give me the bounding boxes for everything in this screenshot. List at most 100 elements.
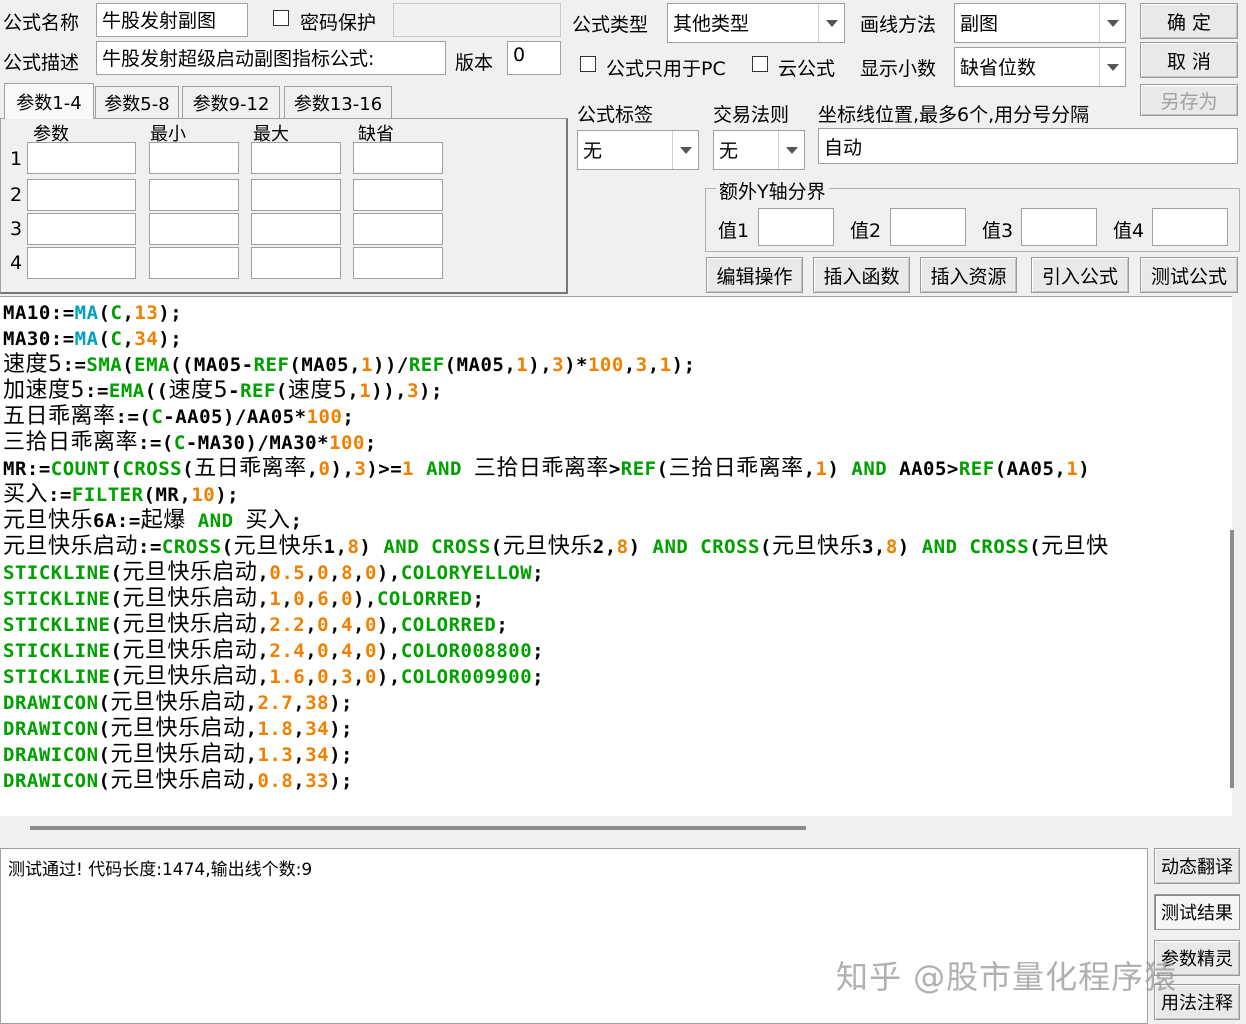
y-value2-input[interactable] bbox=[890, 208, 966, 246]
code-token: AA05> bbox=[887, 458, 959, 480]
param1-name-input[interactable] bbox=[27, 142, 136, 174]
param3-default-input[interactable] bbox=[353, 213, 443, 245]
chevron-down-icon[interactable] bbox=[778, 131, 804, 169]
code-token: 元旦快乐 bbox=[502, 534, 593, 559]
param4-min-input[interactable] bbox=[149, 247, 239, 279]
code-token: , bbox=[353, 640, 365, 662]
save-as-button[interactable]: 另存为 bbox=[1140, 84, 1238, 116]
code-token: 加速度5 bbox=[3, 378, 85, 403]
formula-type-label: 公式类型 bbox=[572, 14, 649, 36]
edit-ops-button[interactable]: 编辑操作 bbox=[706, 257, 803, 293]
tab-params-13-16[interactable]: 参数13-16 bbox=[284, 86, 392, 118]
code-token: 买入 bbox=[245, 508, 291, 533]
horizontal-scrollbar-track[interactable] bbox=[0, 816, 1232, 846]
formula-name-label: 公式名称 bbox=[3, 12, 80, 34]
param4-name-input[interactable] bbox=[27, 247, 136, 279]
code-token: COUNT bbox=[50, 458, 111, 480]
code-token: AND bbox=[414, 458, 474, 480]
ok-button[interactable]: 确 定 bbox=[1140, 3, 1238, 39]
chevron-down-icon[interactable] bbox=[1099, 4, 1125, 42]
code-token: ( bbox=[110, 458, 123, 480]
dynamic-translate-button[interactable]: 动态翻译 bbox=[1154, 848, 1240, 884]
param1-min-input[interactable] bbox=[149, 142, 239, 174]
code-editor[interactable]: MA10:=MA(C,13); MA30:=MA(C,34); 速度5:=SMA(E… bbox=[0, 296, 1232, 816]
param4-default-input[interactable] bbox=[353, 247, 443, 279]
code-token: ); bbox=[158, 328, 183, 350]
horizontal-scrollbar[interactable] bbox=[30, 826, 806, 830]
param3-name-input[interactable] bbox=[27, 213, 136, 245]
code-token: 速度5 bbox=[168, 378, 229, 403]
param3-max-input[interactable] bbox=[251, 213, 341, 245]
cancel-button[interactable]: 取 消 bbox=[1140, 42, 1238, 78]
code-token: ); bbox=[329, 718, 353, 740]
code-token: 元旦快乐启动 bbox=[122, 586, 258, 611]
chevron-down-icon[interactable] bbox=[1099, 48, 1125, 86]
test-formula-button[interactable]: 测试公式 bbox=[1140, 257, 1238, 293]
watermark: 知乎 @股市量化程序猿 bbox=[836, 958, 1178, 996]
code-token: , bbox=[122, 328, 135, 350]
password-checkbox[interactable] bbox=[273, 10, 289, 26]
code-token: ( bbox=[110, 640, 123, 662]
code-token: ( bbox=[110, 614, 123, 636]
y-value1-input[interactable] bbox=[758, 208, 834, 246]
code-token: 0 bbox=[364, 562, 377, 584]
code-token: , bbox=[305, 640, 318, 662]
cloud-checkbox[interactable] bbox=[752, 56, 768, 72]
code-token: 100 bbox=[306, 406, 343, 428]
code-token: ), bbox=[376, 614, 401, 636]
trade-rule-select[interactable]: 无 bbox=[713, 130, 805, 170]
chevron-down-icon[interactable] bbox=[818, 4, 844, 42]
tab-params-9-12[interactable]: 参数9-12 bbox=[182, 86, 280, 118]
code-token: 1.8 bbox=[257, 718, 294, 740]
code-token: , bbox=[647, 354, 660, 376]
vertical-scrollbar[interactable] bbox=[1230, 530, 1234, 788]
param1-default-input[interactable] bbox=[353, 142, 443, 174]
code-token: 1 bbox=[659, 354, 672, 376]
param1-max-input[interactable] bbox=[251, 142, 341, 174]
y-value3-input[interactable] bbox=[1021, 208, 1097, 246]
axis-position-input[interactable]: 自动 bbox=[818, 128, 1238, 164]
code-token: 元旦快乐 bbox=[3, 508, 94, 533]
version-label: 版本 bbox=[455, 52, 494, 74]
test-result-button[interactable]: 测试结果 bbox=[1154, 894, 1240, 930]
decimals-select[interactable]: 缺省位数 bbox=[954, 47, 1126, 87]
import-formula-button[interactable]: 引入公式 bbox=[1031, 257, 1129, 293]
version-input[interactable]: 0 bbox=[507, 41, 561, 75]
code-token: 三拾日乖离率 bbox=[668, 456, 804, 481]
formula-name-input[interactable]: 牛股发射副图 bbox=[96, 3, 248, 37]
password-input[interactable] bbox=[393, 3, 561, 37]
code-token: 0.8 bbox=[257, 770, 294, 792]
draw-method-value: 副图 bbox=[960, 13, 999, 35]
code-token: , bbox=[245, 770, 258, 792]
code-token: 1 bbox=[1066, 458, 1079, 480]
insert-function-button[interactable]: 插入函数 bbox=[813, 257, 910, 293]
code-token: COLOR009900 bbox=[400, 666, 533, 688]
param2-name-input[interactable] bbox=[27, 179, 136, 211]
formula-desc-input[interactable]: 牛股发射超级启动副图指标公式: bbox=[96, 41, 446, 75]
param4-max-input[interactable] bbox=[251, 247, 341, 279]
code-token: (MA05, bbox=[289, 354, 362, 376]
code-token: ( bbox=[1029, 536, 1042, 558]
tab-params-5-8[interactable]: 参数5-8 bbox=[95, 86, 179, 118]
param3-min-input[interactable] bbox=[149, 213, 239, 245]
param2-default-input[interactable] bbox=[353, 179, 443, 211]
code-token: 3 bbox=[341, 666, 354, 688]
chevron-down-icon[interactable] bbox=[672, 131, 698, 169]
param2-min-input[interactable] bbox=[149, 179, 239, 211]
code-token: C bbox=[151, 406, 164, 428]
draw-method-select[interactable]: 副图 bbox=[954, 3, 1126, 43]
insert-resource-button[interactable]: 插入资源 bbox=[920, 257, 1017, 293]
tag-select[interactable]: 无 bbox=[577, 130, 699, 170]
code-token: ); bbox=[329, 744, 353, 766]
formula-type-select[interactable]: 其他类型 bbox=[667, 3, 845, 43]
test-output-text: 测试通过! 代码长度:1474,输出线个数:9 bbox=[8, 860, 313, 880]
decimals-label: 显示小数 bbox=[860, 58, 937, 80]
param2-max-input[interactable] bbox=[251, 179, 341, 211]
y-value4-input[interactable] bbox=[1152, 208, 1228, 246]
tab-params-1-4[interactable]: 参数1-4 bbox=[4, 83, 94, 119]
code-token: , bbox=[305, 614, 318, 636]
pc-only-checkbox[interactable] bbox=[580, 56, 596, 72]
axis-position-label: 坐标线位置,最多6个,用分号分隔 bbox=[818, 104, 1090, 126]
code-token: MA30:= bbox=[3, 328, 75, 350]
code-line: DRAWICON(元旦快乐启动,1.3,34); bbox=[3, 742, 353, 768]
